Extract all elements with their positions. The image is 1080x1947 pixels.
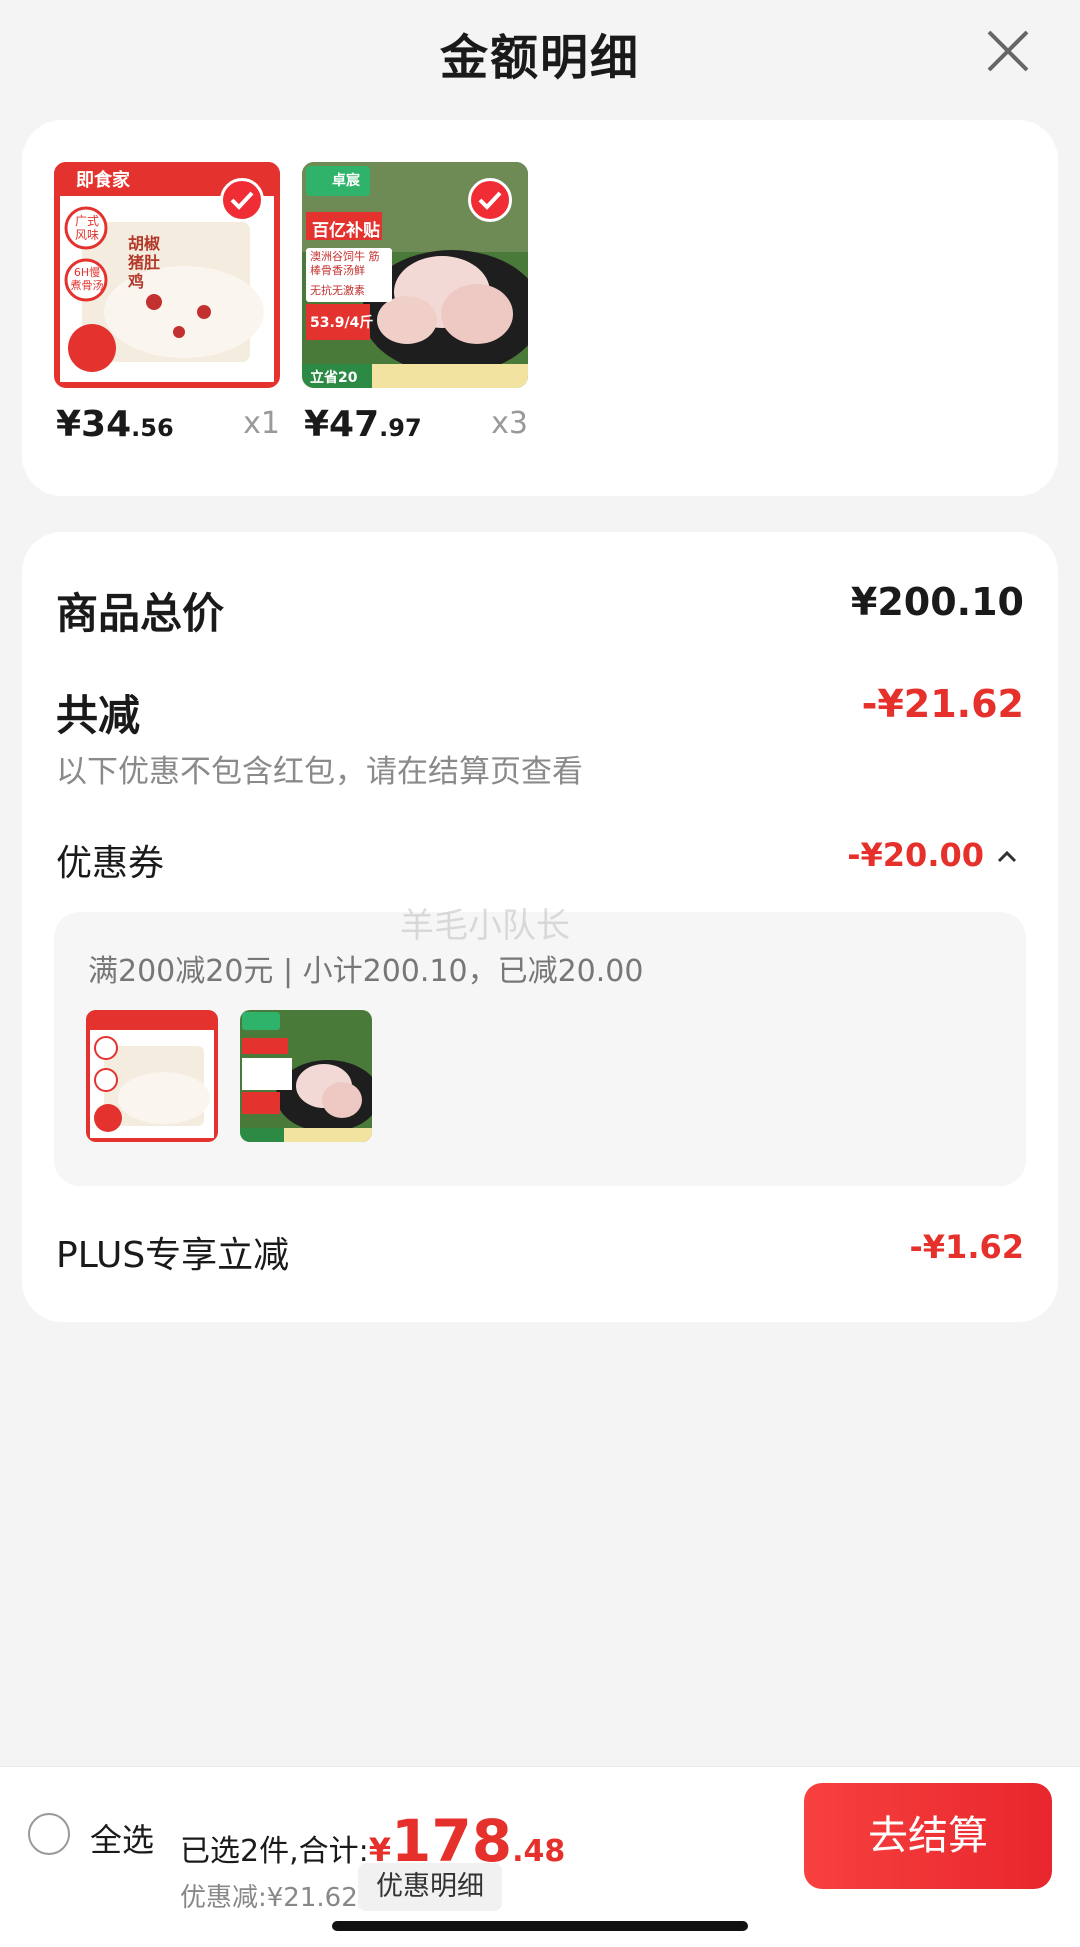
plus-reduce-value: -¥1.62 xyxy=(909,1228,1025,1266)
reduce-note: 以下优惠不包含红包，请在结算页查看 xyxy=(56,754,583,790)
product-price: ¥34.56 xyxy=(56,404,174,445)
product-desc: 澳洲谷饲牛 筋棒骨香汤鲜 xyxy=(310,250,380,277)
total-price-label: 商品总价 xyxy=(56,589,225,638)
checkout-bar: 全选 已选2件,合计:¥178.48 优惠减:¥21.62 优惠明细 去结算 xyxy=(0,1766,1080,1947)
coupon-row[interactable]: 优惠券 -¥20.00 xyxy=(56,834,1024,886)
selected-count-text: 已选2件,合计: xyxy=(180,1834,369,1869)
plus-reduce-row: PLUS专享立减 -¥1.62 xyxy=(56,1226,1024,1278)
close-button[interactable] xyxy=(985,28,1031,74)
price-detail-sheet: 金额明细 即食家 广式风味 6H慢煮骨汤 胡椒猪肚鸡 ¥34.56 x1 卓宸 … xyxy=(0,0,1080,1947)
product-tag: 6H慢煮骨汤 xyxy=(70,266,104,292)
price-integer: ¥34 xyxy=(56,404,132,445)
product-price: ¥47.97 xyxy=(304,404,422,445)
product-quantity: x3 xyxy=(491,406,528,441)
coupon-product-thumb xyxy=(240,1010,372,1142)
total-reduce-value: -¥21.62 xyxy=(861,682,1024,726)
product-badge: 百亿补贴 xyxy=(312,221,380,241)
coupon-product-thumb xyxy=(86,1010,218,1142)
coupon-value: -¥20.00 xyxy=(847,836,984,874)
product-unit-price: 53.9/4斤 xyxy=(310,315,374,331)
product-item[interactable]: 即食家 广式风味 6H慢煮骨汤 胡椒猪肚鸡 ¥34.56 x1 xyxy=(54,162,280,464)
product-desc: 无抗无激素 xyxy=(310,284,365,297)
product-tag: 广式风味 xyxy=(74,214,99,242)
product-image[interactable]: 即食家 广式风味 6H慢煮骨汤 胡椒猪肚鸡 xyxy=(54,162,280,388)
product-brand: 卓宸 xyxy=(332,173,360,189)
select-all-radio[interactable] xyxy=(28,1813,70,1855)
product-image[interactable]: 卓宸 百亿补贴 澳洲谷饲牛 筋棒骨香汤鲜 无抗无激素 53.9/4斤 立省20 xyxy=(302,162,528,388)
total-reduce-label: 共减 xyxy=(56,691,141,740)
price-decimal: .97 xyxy=(379,414,422,442)
products-card: 即食家 广式风味 6H慢煮骨汤 胡椒猪肚鸡 ¥34.56 x1 卓宸 百亿补贴 … xyxy=(22,120,1058,496)
select-all-label[interactable]: 全选 xyxy=(90,1815,154,1861)
checkout-button[interactable]: 去结算 xyxy=(804,1783,1052,1889)
check-icon xyxy=(478,191,502,210)
page-title: 金额明细 xyxy=(439,30,640,86)
product-brand: 即食家 xyxy=(76,170,130,191)
price-decimal: .56 xyxy=(131,414,174,442)
selected-check[interactable] xyxy=(468,178,512,222)
total-price-row: 商品总价 ¥200.10 xyxy=(56,580,1024,641)
product-quantity: x1 xyxy=(243,406,280,441)
total-decimal: .48 xyxy=(512,1834,566,1869)
check-icon xyxy=(230,191,254,210)
coupon-detail-text: 满200减20元 | 小计200.10，已减20.00 xyxy=(88,954,644,989)
home-indicator xyxy=(332,1921,748,1931)
total-price-value: ¥200.10 xyxy=(850,580,1024,624)
product-save: 立省20 xyxy=(310,370,358,386)
discount-detail-button[interactable]: 优惠明细 xyxy=(358,1863,502,1911)
product-item[interactable]: 卓宸 百亿补贴 澳洲谷饲牛 筋棒骨香汤鲜 无抗无激素 53.9/4斤 立省20 … xyxy=(302,162,528,464)
coupon-detail-box: 满200减20元 | 小计200.10，已减20.00 xyxy=(54,912,1026,1186)
close-icon xyxy=(987,30,1029,72)
total-reduce-row: 共减 -¥21.62 xyxy=(56,682,1024,743)
product-name: 胡椒猪肚鸡 xyxy=(128,234,161,291)
coupon-label: 优惠券 xyxy=(56,843,165,884)
price-integer: ¥47 xyxy=(304,404,380,445)
watermark: 羊毛小队长 xyxy=(400,906,570,946)
discount-summary: 优惠减:¥21.62 xyxy=(180,1883,358,1913)
chevron-up-icon[interactable] xyxy=(996,850,1018,864)
selected-check[interactable] xyxy=(220,178,264,222)
plus-reduce-label: PLUS专享立减 xyxy=(56,1235,290,1276)
